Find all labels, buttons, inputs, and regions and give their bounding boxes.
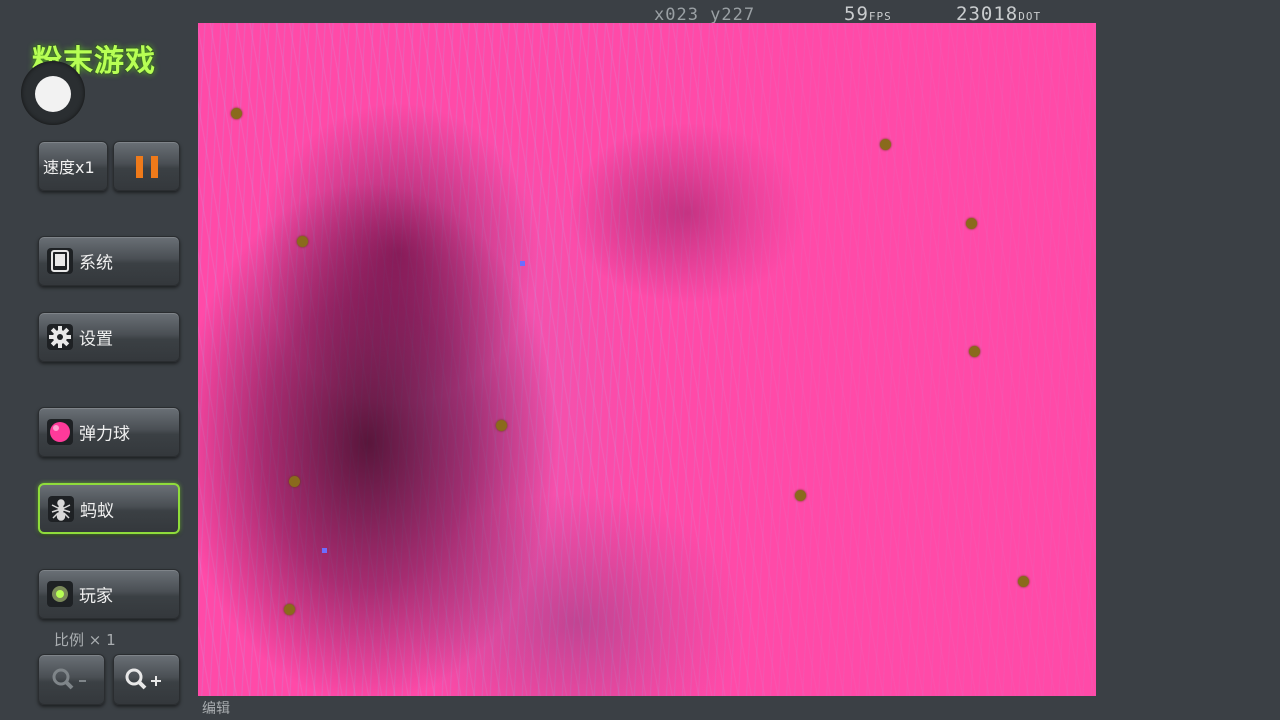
zoom-in-icon: [125, 668, 161, 690]
system-label: 系统: [79, 253, 113, 274]
cursor-coordinates: x023 y227: [654, 5, 756, 25]
pen-size-button[interactable]: [21, 61, 85, 125]
tablet-icon: [47, 248, 73, 274]
ant-icon: [48, 495, 74, 522]
ant-particle: [284, 604, 295, 615]
speed-button[interactable]: 速度x1: [38, 141, 108, 191]
tool-label-player: 玩家: [79, 586, 113, 607]
ant-particle: [289, 476, 300, 487]
settings-label: 设置: [79, 329, 113, 350]
ant-particle: [231, 108, 242, 119]
fps-counter: 59FPS: [844, 3, 892, 25]
ant-particle: [1018, 576, 1029, 587]
player-particle: [520, 261, 525, 266]
tool-label-bouncy-ball: 弹力球: [79, 424, 130, 445]
fps-unit: FPS: [868, 10, 892, 23]
pause-button[interactable]: [113, 141, 180, 191]
ant-particle: [496, 420, 507, 431]
powder-fade: [618, 23, 1096, 696]
zoom-out-button[interactable]: [38, 654, 105, 705]
dot-counter: 23018DOT: [956, 3, 1041, 25]
tool-player[interactable]: 玩家: [38, 569, 180, 619]
ant-particle: [297, 236, 308, 247]
speed-label: 速度x1: [43, 158, 95, 177]
scale-label: 比例 × 1: [54, 631, 116, 649]
gear-icon: [47, 324, 73, 350]
zoom-out-icon: [52, 668, 86, 690]
ant-particle: [966, 218, 977, 229]
tool-label-ant: 蚂蚁: [80, 501, 114, 521]
player-particle: [322, 548, 327, 553]
powder-game-app: x023 y227 59FPS 23018DOT 粉末游戏 速度x1 系统 设置…: [0, 0, 1280, 720]
ant-particle: [880, 139, 891, 150]
settings-button[interactable]: 设置: [38, 312, 180, 362]
ant-particle: [969, 346, 980, 357]
dot-value: 23018: [956, 3, 1019, 25]
simulation-canvas[interactable]: [198, 23, 1096, 696]
fps-value: 59: [844, 3, 869, 25]
zoom-in-button[interactable]: [113, 654, 180, 705]
status-bar: x023 y227 59FPS 23018DOT: [650, 2, 1100, 25]
dot-unit: DOT: [1018, 10, 1042, 23]
pen-size-dot: [35, 76, 71, 112]
player-icon: [47, 581, 73, 607]
edit-label[interactable]: 编辑: [202, 698, 230, 718]
pink-ball-icon: [47, 419, 73, 445]
system-button[interactable]: 系统: [38, 236, 180, 286]
ant-particle: [795, 490, 806, 501]
tool-bouncy-ball[interactable]: 弹力球: [38, 407, 180, 457]
pause-icon: [136, 156, 158, 178]
tool-ant[interactable]: 蚂蚁: [38, 483, 180, 534]
